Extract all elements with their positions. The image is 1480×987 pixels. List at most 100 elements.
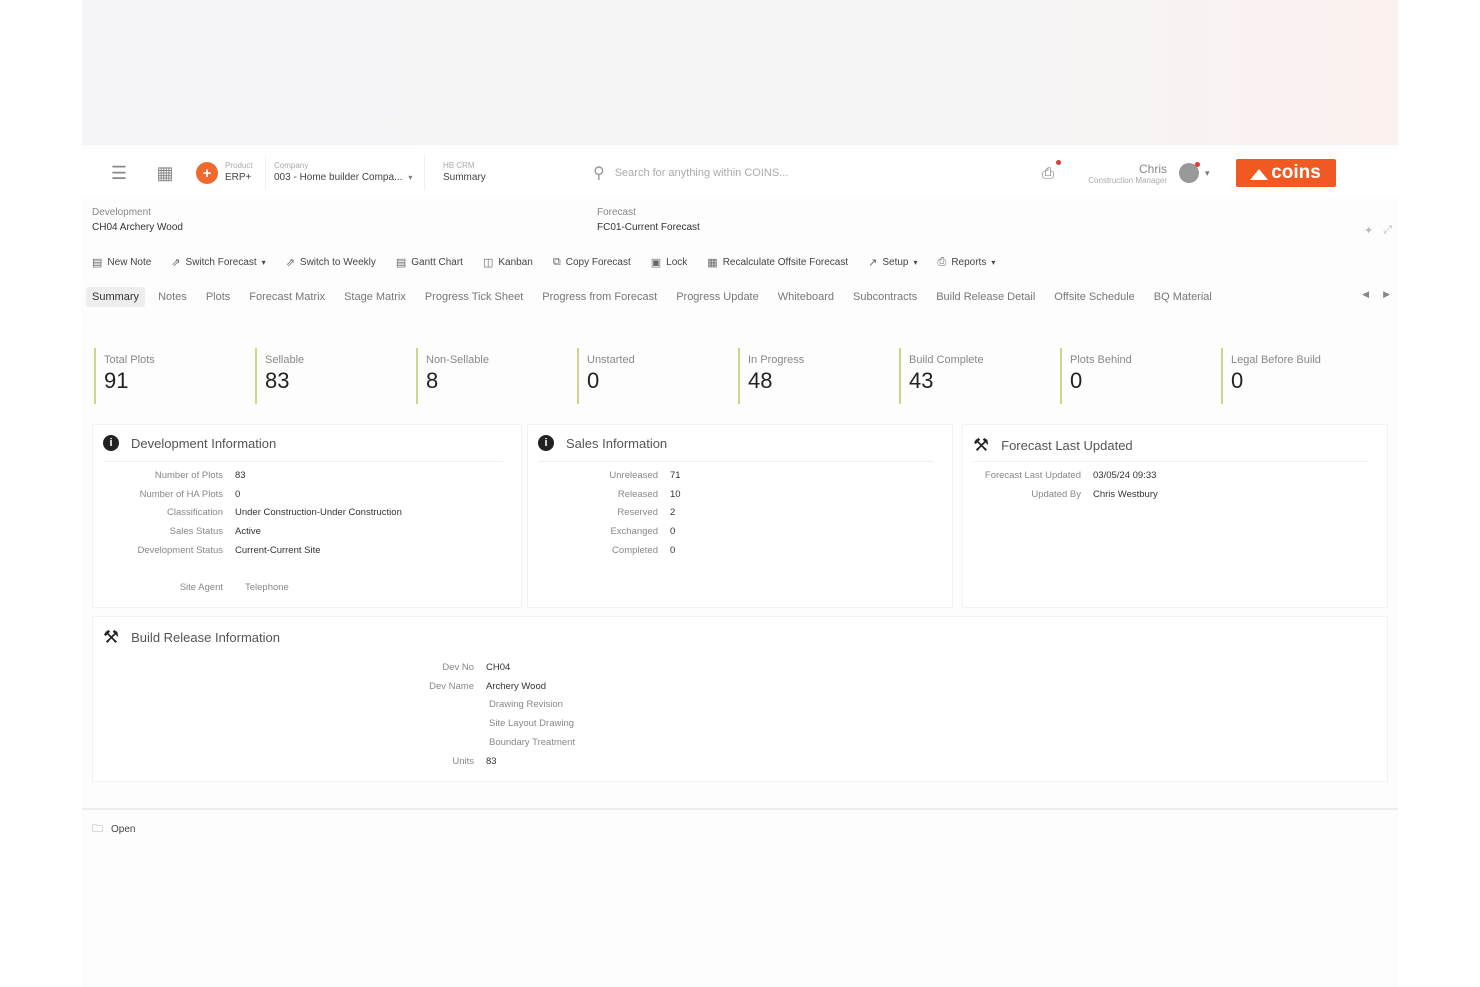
crm-label: HB CRM (443, 161, 475, 170)
tab-progress-from-forecast[interactable]: Progress from Forecast (536, 287, 663, 307)
switch-to-weekly-button[interactable]: ⇗ Switch to Weekly (286, 256, 376, 269)
stat-card[interactable]: Unstarted 0 (577, 348, 727, 404)
crm-selector[interactable]: HB CRM Summary (443, 161, 563, 185)
stat-card[interactable]: Legal Before Build 0 (1221, 348, 1371, 404)
tab-subcontracts[interactable]: Subcontracts (847, 287, 923, 307)
panel-divider (103, 461, 503, 462)
search-input[interactable]: Search for anything within COINS... (615, 167, 789, 179)
stat-card[interactable]: Build Complete 43 (899, 348, 1049, 404)
tab-plots[interactable]: Plots (200, 287, 236, 307)
tab-stage-matrix[interactable]: Stage Matrix (338, 287, 412, 307)
forecast-label: Forecast (597, 207, 636, 218)
coins-logo: coins (1235, 159, 1336, 187)
stat-card[interactable]: In Progress 48 (738, 348, 888, 404)
switch-forecast-button[interactable]: ⇗ Switch Forecast ▾ (171, 256, 265, 269)
field-value: Archery Wood (486, 680, 547, 692)
development-context[interactable]: Development CH04 Archery Wood (92, 206, 183, 236)
hamburger-menu-icon[interactable]: ☰ (104, 158, 134, 188)
toolbar-label: Reports (951, 256, 987, 268)
wrench-icon: ⚒ (103, 627, 120, 647)
tab-forecast-matrix[interactable]: Forecast Matrix (243, 287, 331, 307)
info-icon: i (103, 435, 119, 451)
field-label: Dev No (442, 662, 474, 673)
product-selector[interactable]: Product ERP+ (225, 161, 265, 185)
stat-label: Plots Behind (1070, 354, 1132, 366)
toolbar-label: Setup (882, 256, 909, 268)
stat-value: 0 (1070, 368, 1083, 393)
kanban-button[interactable]: ◫ Kanban (483, 256, 533, 269)
setup-button[interactable]: ↗ Setup ▾ (868, 256, 917, 269)
copy-forecast-button[interactable]: ⧉ Copy Forecast (553, 256, 631, 269)
chevron-down-icon[interactable]: ▾ (1205, 168, 1210, 179)
toolbar-label: Switch to Weekly (299, 256, 376, 268)
panel-divider (973, 461, 1369, 462)
header-divider (265, 156, 266, 190)
tab-build-release-detail[interactable]: Build Release Detail (930, 287, 1041, 307)
stat-value: 83 (265, 368, 290, 393)
header-divider (424, 156, 425, 190)
external-link-icon: ⇗ (171, 256, 181, 269)
stat-card[interactable]: Plots Behind 0 (1060, 348, 1210, 404)
open-label: Open (111, 824, 136, 835)
field-value: 10 (670, 488, 681, 500)
field-value: Site Layout Drawing (489, 718, 575, 730)
field-label: Unreleased (609, 470, 658, 481)
gantt-chart-button[interactable]: ▤ Gantt Chart (396, 256, 463, 269)
telephone-label: Telephone (245, 582, 289, 593)
field-value: 0 (235, 488, 241, 500)
company-selector[interactable]: Company 003 - Home builder Compa... ▾ (274, 161, 424, 185)
stat-card[interactable]: Non-Sellable 8 (416, 348, 566, 404)
app-header: ☰ ▦ + Product ERP+ Company 003 - Home bu… (82, 150, 1398, 196)
tab-offsite-schedule[interactable]: Offsite Schedule (1048, 287, 1141, 307)
wrench-icon: ↗ (868, 256, 878, 269)
user-info[interactable]: Chris Construction Manager (1073, 162, 1167, 185)
chevron-right-icon[interactable]: ▶ (1383, 289, 1390, 300)
stat-card[interactable]: Total Plots 91 (94, 348, 244, 404)
print-icon: ⎙ (937, 255, 947, 268)
recalculate-offsite-forecast-button[interactable]: ▦ Recalculate Offsite Forecast (707, 256, 848, 269)
reports-button[interactable]: ⎙ Reports ▾ (938, 256, 996, 269)
development-value: CH04 Archery Wood (92, 222, 183, 233)
field-value: Current-Current Site (235, 544, 321, 556)
company-label: Company (274, 161, 309, 170)
stat-value: 91 (104, 368, 129, 393)
expand-icon[interactable]: ⤢ (1383, 224, 1392, 237)
tab-whiteboard[interactable]: Whiteboard (772, 287, 840, 307)
apps-grid-icon[interactable]: ▦ (150, 158, 180, 188)
tab-progress-update[interactable]: Progress Update (670, 287, 765, 307)
field-label: Number of Plots (154, 470, 223, 481)
kanban-icon: ◫ (482, 256, 494, 269)
avatar[interactable] (1179, 162, 1200, 183)
field-label: Sales Status (169, 526, 223, 538)
notification-dot (1195, 162, 1200, 167)
field-label (343, 696, 486, 715)
global-search[interactable]: ⚲ Search for anything within COINS... (593, 158, 1013, 188)
tab-bar: Summary Notes Plots Forecast Matrix Stag… (86, 285, 1398, 309)
external-link-icon: ⇗ (285, 256, 295, 269)
new-note-button[interactable]: ▤ New Note (92, 256, 151, 269)
pin-icon[interactable]: ✦ (1364, 224, 1373, 237)
field-label: Released (617, 488, 658, 500)
logo-text: coins (1271, 162, 1321, 183)
lock-button[interactable]: ▣ Lock (651, 256, 688, 269)
development-label: Development (92, 207, 151, 218)
forecast-context[interactable]: Forecast FC01-Current Forecast (597, 206, 700, 236)
field-value: Chris Westbury (1093, 488, 1158, 500)
context-bar: Development CH04 Archery Wood Forecast F… (92, 206, 1398, 240)
tab-bq-material[interactable]: BQ Material (1148, 287, 1218, 307)
tab-progress-tick-sheet[interactable]: Progress Tick Sheet (419, 287, 529, 307)
field-value: 0 (670, 544, 676, 556)
chevron-left-icon[interactable]: ◀ (1362, 289, 1369, 300)
tab-scroller: ◀ ▶ (1362, 289, 1390, 300)
field-value: 03/05/24 09:33 (1093, 470, 1157, 481)
forecast-info-list: Forecast Last Updated 03/05/24 09:33 Upda… (975, 467, 1158, 504)
panel-title: Sales Information (566, 435, 668, 451)
field-value: 0 (670, 526, 676, 538)
chevron-down-icon: ▾ (261, 257, 266, 267)
stat-value: 0 (1231, 368, 1244, 393)
tab-summary[interactable]: Summary (86, 287, 146, 307)
tab-notes[interactable]: Notes (152, 287, 193, 307)
stat-card[interactable]: Sellable 83 (255, 348, 405, 404)
open-button[interactable]: 🗀 Open (92, 820, 135, 839)
print-queue-icon[interactable]: ⎙ (1037, 160, 1061, 184)
